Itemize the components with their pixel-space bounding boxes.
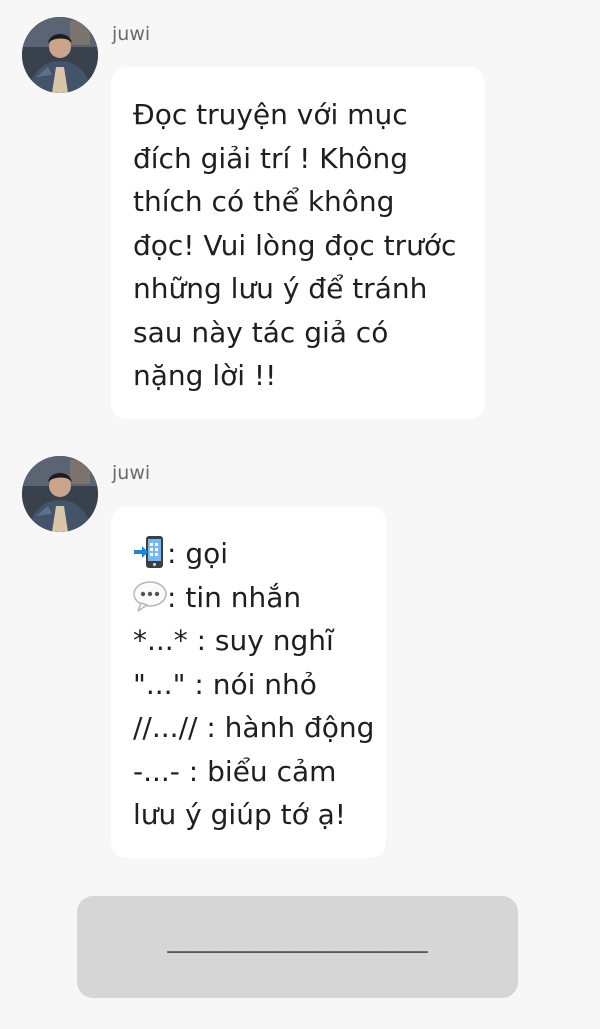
message-line: những lưu ý để tránh xyxy=(133,272,428,305)
legend-text: : gọi xyxy=(167,537,229,570)
legend-item-message: : tin nhắn xyxy=(133,576,366,620)
message-line: sau này tác giả có xyxy=(133,315,389,349)
legend-item-thought: *...* : suy nghĩ xyxy=(133,624,334,657)
avatar-photo-icon xyxy=(22,17,98,93)
divider-line: ____________________ xyxy=(167,924,428,954)
message-bubble: Đọc truyện với mục đích giải trí ! Không… xyxy=(111,67,485,419)
message-bubble: : gọi : tin nhắn *...* : suy nghĩ "..." … xyxy=(111,506,386,858)
message-1: juwi Đọc truyện với mục đích giải trí ! … xyxy=(0,0,600,440)
message-line: đích giải trí ! Không xyxy=(133,141,409,175)
message-line: nặng lời !! xyxy=(133,359,277,392)
legend-item-call: : gọi xyxy=(133,532,366,576)
legend-item-whisper: "..." : nói nhỏ xyxy=(133,667,317,701)
legend-text: : tin nhắn xyxy=(167,580,302,614)
message-line: thích có thể không xyxy=(133,185,395,218)
legend-item-expression: -...- : biểu cảm xyxy=(133,754,337,788)
legend-item-action: //...// : hành động xyxy=(133,711,375,744)
divider-card: ____________________ xyxy=(77,896,518,998)
sender-name: juwi xyxy=(112,462,151,484)
avatar-photo-icon xyxy=(22,456,98,532)
message-2: juwi : gọi: tin nhắn *...*: suy nghĩ "… xyxy=(0,440,600,880)
speech-bubble-icon xyxy=(133,579,167,613)
avatar[interactable] xyxy=(22,456,98,532)
avatar[interactable] xyxy=(22,17,98,93)
mobile-phone-arrow-icon xyxy=(133,535,165,569)
legend-item-note: lưu ý giúp tớ ạ! xyxy=(133,798,347,831)
chat-story-page: juwi Đọc truyện với mục đích giải trí ! … xyxy=(0,0,600,1029)
message-line: đọc! Vui lòng đọc trước xyxy=(133,228,457,262)
message-line: Đọc truyện với mục xyxy=(133,98,408,131)
sender-name: juwi xyxy=(112,23,151,45)
